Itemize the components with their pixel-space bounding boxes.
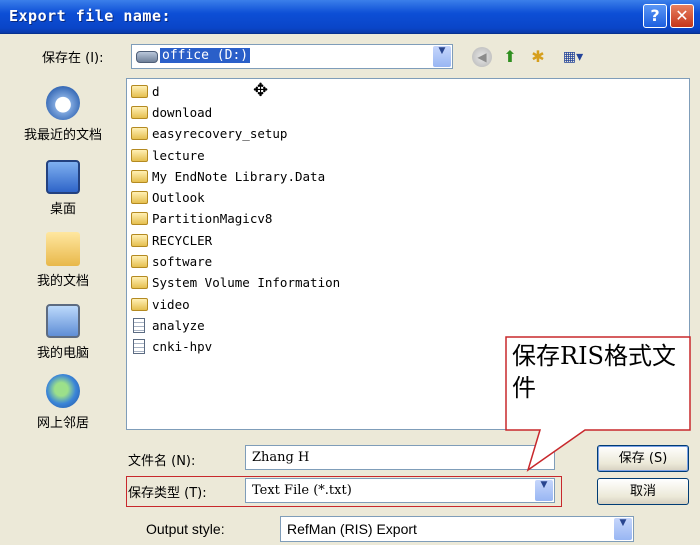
place-label: 我的文档 (36, 274, 89, 289)
filename-label: 文件名 (N): (128, 454, 196, 469)
folder-icon (131, 170, 148, 183)
save-in-label: 保存在 (I): (42, 51, 104, 66)
chevron-down-icon[interactable]: ▼ (614, 518, 632, 540)
folder-icon (131, 234, 148, 247)
folder-icon (131, 127, 148, 140)
output-style-dropdown[interactable]: RefMan (RIS) Export ▼ (280, 516, 634, 542)
document-icon (133, 339, 145, 354)
new-folder-icon[interactable]: ✱ (528, 47, 548, 67)
file-name: PartitionMagicv8 (152, 211, 273, 226)
network-places-icon (46, 374, 80, 408)
back-icon[interactable]: ◀ (472, 47, 492, 67)
filename-field[interactable]: Zhang H (245, 445, 555, 470)
window-title: Export file name: (9, 7, 172, 25)
title-bar: Export file name: ? ✕ (0, 0, 700, 34)
place-network[interactable]: 网上邻居 (8, 374, 118, 431)
cancel-button[interactable]: 取消 (597, 478, 689, 505)
move-cursor-icon: ✥ (253, 80, 269, 101)
views-menu-icon[interactable]: ▦▾ (558, 47, 588, 67)
place-desktop[interactable]: 桌面 (8, 160, 118, 217)
folder-icon (131, 298, 148, 311)
folder-icon (131, 191, 148, 204)
place-label: 我最近的文档 (23, 128, 102, 143)
filetype-highlight-box (126, 476, 562, 507)
places-bar: 我最近的文档 桌面 我的文档 我的电脑 网上邻居 (8, 80, 118, 440)
output-style-label: Output style: (146, 521, 225, 537)
output-style-value: RefMan (RIS) Export (287, 521, 417, 537)
file-name: System Volume Information (152, 275, 341, 290)
file-name: download (152, 105, 213, 120)
help-button[interactable]: ? (643, 4, 667, 28)
close-button[interactable]: ✕ (670, 4, 694, 28)
file-name: lecture (152, 148, 205, 163)
my-documents-icon (46, 232, 80, 266)
folder-icon (131, 85, 148, 98)
folder-icon (131, 255, 148, 268)
file-name: video (152, 297, 190, 312)
recent-documents-icon (46, 86, 80, 120)
place-recent-documents[interactable]: 我最近的文档 (8, 86, 118, 143)
document-icon (133, 318, 145, 333)
folder-icon (131, 212, 148, 225)
file-name: easyrecovery_setup (152, 126, 288, 141)
callout-text: 保存RIS格式文件 (512, 342, 676, 402)
folder-icon (131, 276, 148, 289)
place-label: 桌面 (49, 202, 76, 217)
desktop-icon (46, 160, 80, 194)
place-label: 我的电脑 (36, 346, 89, 361)
place-my-computer[interactable]: 我的电脑 (8, 304, 118, 361)
file-name: d (152, 84, 160, 99)
save-in-value: office (D:) (160, 48, 251, 63)
drive-icon (136, 51, 158, 63)
file-name: My EndNote Library.Data (152, 169, 326, 184)
file-name: software (152, 254, 213, 269)
save-button[interactable]: 保存 (S) (597, 445, 689, 472)
my-computer-icon (46, 304, 80, 338)
place-my-documents[interactable]: 我的文档 (8, 232, 118, 289)
folder-icon (131, 106, 148, 119)
file-name: RECYCLER (152, 233, 213, 248)
up-folder-icon[interactable]: ⬆ (500, 47, 520, 67)
chevron-down-icon[interactable]: ▼ (433, 46, 451, 67)
folder-icon (131, 149, 148, 162)
file-name: Outlook (152, 190, 205, 205)
save-in-dropdown[interactable]: office (D:) ▼ (131, 44, 453, 69)
place-label: 网上邻居 (36, 416, 89, 431)
file-name: analyze (152, 318, 205, 333)
file-name: cnki-hpv (152, 339, 213, 354)
